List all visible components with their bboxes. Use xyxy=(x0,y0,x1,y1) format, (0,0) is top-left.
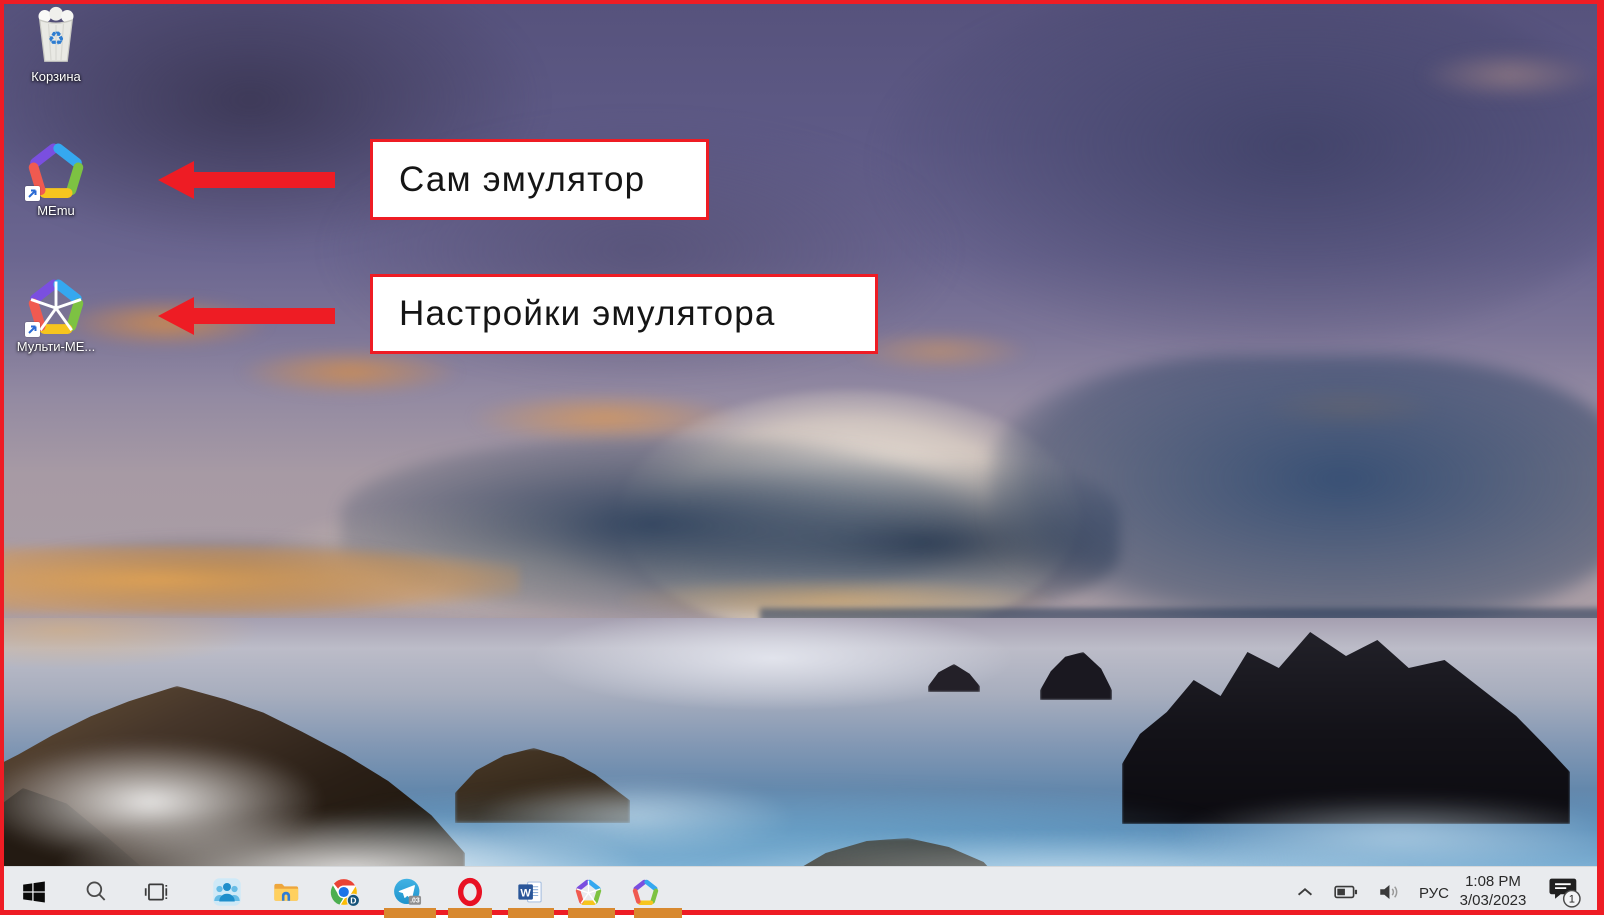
orange-strip xyxy=(448,908,492,918)
speaker-icon xyxy=(1377,879,1403,905)
language-label: РУС xyxy=(1419,885,1449,902)
orange-strip xyxy=(634,908,682,918)
orange-strip xyxy=(568,908,615,918)
orange-strip xyxy=(384,908,436,918)
annotation-text: Настройки эмулятора xyxy=(399,294,776,334)
chevron-up-icon xyxy=(1294,881,1316,903)
desktop-icon-label: Мульти-ME... xyxy=(8,339,104,354)
arrow-head xyxy=(158,297,194,335)
taskbar-app-multi-memu[interactable] xyxy=(568,873,608,911)
windows-logo-icon xyxy=(21,879,47,905)
shortcut-arrow-icon xyxy=(25,322,40,337)
desktop-icon-label: MEmu xyxy=(8,203,104,218)
desktop-icon-label: Корзина xyxy=(8,69,104,84)
wallpaper-cloud xyxy=(1420,50,1600,100)
taskbar-clock[interactable]: 1:08 PM 3/03/2023 xyxy=(1447,872,1539,910)
taskbar-app-telegram[interactable]: .03 xyxy=(388,873,428,911)
shortcut-arrow-icon xyxy=(25,186,40,201)
wallpaper-storm-cloud xyxy=(990,355,1610,630)
annotation-text: Сам эмулятор xyxy=(399,160,645,200)
word-letter: W xyxy=(520,887,531,899)
arrow-shaft xyxy=(192,172,335,188)
memu-icon xyxy=(632,879,659,906)
desktop-icon-memu[interactable]: MEmu xyxy=(8,142,104,218)
screenshot-frame: ♻ Корзина MEmu Мульти-ME... Сам эмул xyxy=(0,0,1610,918)
frame-border xyxy=(0,0,4,918)
wallpaper-cloud xyxy=(240,348,460,396)
chrome-badge: D xyxy=(350,895,356,905)
task-view-icon xyxy=(143,879,169,905)
telegram-icon: .03 xyxy=(392,877,424,907)
taskbar-app-file-explorer[interactable] xyxy=(266,873,306,911)
chrome-icon: D xyxy=(329,877,361,907)
frame-border xyxy=(0,0,1610,4)
frame-margin xyxy=(1604,0,1610,918)
file-explorer-icon xyxy=(272,878,300,906)
recycle-symbol: ♻ xyxy=(48,28,65,49)
taskbar-app-memu[interactable] xyxy=(625,873,665,911)
task-view-button[interactable] xyxy=(136,873,176,911)
desktop-icon-recycle-bin[interactable]: ♻ Корзина xyxy=(8,6,104,84)
notification-badge: 1 xyxy=(1569,894,1575,906)
orange-strip xyxy=(508,908,554,918)
wallpaper-horizon-glow xyxy=(0,545,520,615)
start-button[interactable] xyxy=(14,873,54,911)
taskbar-app-opera[interactable] xyxy=(450,873,490,911)
opera-icon xyxy=(456,877,484,907)
tray-volume-button[interactable] xyxy=(1370,873,1410,911)
desktop-wallpaper xyxy=(0,0,1610,870)
taskbar-app-chrome[interactable]: D xyxy=(325,873,365,911)
battery-icon xyxy=(1333,879,1359,905)
search-icon xyxy=(83,879,109,905)
notification-icon: 1 xyxy=(1545,875,1583,909)
taskbar-search-button[interactable] xyxy=(76,873,116,911)
arrow-head xyxy=(158,161,194,199)
tray-chevron-button[interactable] xyxy=(1285,873,1325,911)
taskbar-app-people[interactable] xyxy=(207,873,247,911)
annotation-label-emulator: Сам эмулятор xyxy=(370,139,709,220)
clock-date: 3/03/2023 xyxy=(1447,891,1539,910)
frame-border xyxy=(1597,0,1604,918)
action-center-button[interactable]: 1 xyxy=(1542,873,1586,911)
wallpaper-foam xyxy=(1180,798,1610,870)
tray-battery-button[interactable] xyxy=(1326,873,1366,911)
clock-time: 1:08 PM xyxy=(1447,872,1539,891)
multi-memu-icon xyxy=(575,879,602,906)
arrow-shaft xyxy=(192,308,335,324)
annotation-label-emulator-settings: Настройки эмулятора xyxy=(370,274,878,354)
people-app-icon xyxy=(212,877,242,907)
desktop-icon-multi-memu[interactable]: Мульти-ME... xyxy=(8,278,104,354)
recycle-bin-icon: ♻ xyxy=(31,6,81,64)
telegram-badge: .03 xyxy=(410,898,420,905)
taskbar-app-word[interactable]: W xyxy=(510,873,550,911)
word-icon: W xyxy=(516,878,544,906)
